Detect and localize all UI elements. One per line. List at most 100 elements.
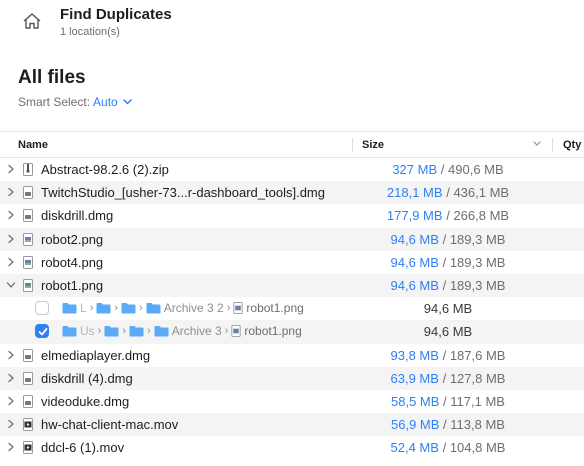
file-name: TwitchStudio_[usher-73...r-dashboard_too… bbox=[41, 185, 325, 201]
checkmark-icon bbox=[38, 328, 48, 336]
selected-size: 327 MB bbox=[392, 162, 438, 177]
chevron-right-icon[interactable] bbox=[6, 350, 16, 360]
selected-size: 94,6 MB bbox=[390, 277, 439, 293]
home-icon bbox=[23, 13, 41, 29]
selected-size: 63,9 MB bbox=[390, 370, 439, 386]
file-row[interactable]: TwitchStudio_[usher-73...r-dashboard_too… bbox=[0, 181, 584, 205]
path-separator-icon: › bbox=[226, 302, 231, 315]
file-row[interactable]: videoduke.dmg 58,5 MB / 117,1 MB bbox=[0, 390, 584, 413]
image-file-icon bbox=[23, 278, 33, 292]
home-button[interactable] bbox=[20, 10, 44, 32]
file-row[interactable]: robot2.png 94,6 MB / 189,3 MB bbox=[0, 227, 584, 251]
file-name: diskdrill.dmg bbox=[41, 208, 114, 224]
column-qty[interactable]: Qty bbox=[563, 139, 581, 151]
copy-size: 94,6 MB bbox=[423, 324, 473, 340]
file-row[interactable]: elmediaplayer.dmg 93,8 MB / 187,6 MB bbox=[0, 344, 584, 367]
sort-chevron-icon[interactable] bbox=[533, 141, 541, 146]
file-row[interactable]: diskdrill.dmg 177,9 MB / 266,8 MB bbox=[0, 204, 584, 227]
chevron-right-icon[interactable] bbox=[6, 210, 16, 220]
file-row[interactable]: diskdrill (4).dmg 63,9 MB / 127,8 MB bbox=[0, 366, 584, 390]
smart-select-control[interactable]: Smart Select: Auto bbox=[18, 95, 132, 109]
chevron-down-icon[interactable] bbox=[6, 280, 16, 290]
disk-image-icon bbox=[23, 394, 33, 408]
size-separator: / bbox=[446, 185, 450, 201]
file-size: 218,1 MB / 436,1 MB bbox=[370, 185, 526, 200]
file-path[interactable]: Us › › › Archive 3 › robot1.png bbox=[62, 324, 302, 338]
chevron-right-icon[interactable] bbox=[6, 396, 16, 406]
chevron-right-icon[interactable] bbox=[6, 164, 16, 174]
folder-icon bbox=[121, 303, 136, 314]
column-name[interactable]: Name bbox=[18, 139, 48, 151]
size-separator: / bbox=[443, 417, 447, 433]
smart-select-label: Smart Select: bbox=[18, 95, 91, 109]
disk-image-icon bbox=[23, 348, 33, 362]
chevron-right-icon[interactable] bbox=[6, 187, 16, 197]
chevron-right-icon[interactable] bbox=[6, 419, 16, 429]
file-size: 94,6 MB / 189,3 MB bbox=[370, 255, 526, 270]
page-title: Find Duplicates bbox=[60, 6, 172, 23]
path-folder-name: Archive 3 bbox=[171, 324, 222, 339]
chevron-right-icon[interactable] bbox=[6, 257, 16, 267]
path-folder-name: Archive 3 2 bbox=[163, 301, 224, 316]
location-count: 1 location(s) bbox=[60, 26, 120, 38]
total-size: 104,8 MB bbox=[449, 440, 506, 456]
copy-checkbox-checked[interactable] bbox=[35, 324, 49, 339]
file-size: 94,6 MB / 189,3 MB bbox=[370, 278, 526, 293]
path-separator-icon: › bbox=[97, 325, 102, 338]
selected-size: 94,6 MB bbox=[390, 254, 439, 270]
video-file-icon bbox=[23, 418, 33, 432]
image-file-icon bbox=[233, 302, 244, 315]
file-row-expanded[interactable]: robot1.png 94,6 MB / 189,3 MB bbox=[0, 273, 584, 298]
path-separator-icon: › bbox=[147, 325, 151, 338]
total-size: 127,8 MB bbox=[449, 370, 506, 386]
file-row[interactable]: Abstract-98.2.6 (2).zip 327 MB / 490,6 M… bbox=[0, 158, 584, 181]
total-size: 189,3 MB bbox=[449, 254, 506, 270]
path-separator-icon: › bbox=[114, 302, 119, 315]
file-row[interactable]: ddcl-6 (1).mov 52,4 MB / 104,8 MB bbox=[0, 436, 584, 459]
size-separator: / bbox=[442, 254, 447, 270]
section-title: All files bbox=[18, 67, 86, 88]
file-row[interactable]: robot4.png 94,6 MB / 189,3 MB bbox=[0, 251, 584, 274]
selected-size: 94,6 MB bbox=[390, 231, 439, 247]
image-file-icon bbox=[231, 325, 242, 338]
path-file-name: robot1.png bbox=[244, 324, 302, 339]
path-root: Us bbox=[80, 324, 95, 339]
path-separator-icon: › bbox=[122, 325, 127, 338]
file-name: hw-chat-client-mac.mov bbox=[41, 417, 179, 433]
folder-icon bbox=[62, 326, 77, 337]
selected-size: 218,1 MB bbox=[386, 185, 443, 201]
path-separator-icon: › bbox=[224, 325, 229, 338]
file-size: 63,9 MB / 127,8 MB bbox=[370, 371, 526, 386]
folder-icon bbox=[96, 303, 111, 314]
file-size: 94,6 MB / 189,3 MB bbox=[370, 232, 526, 247]
file-row[interactable]: hw-chat-client-mac.mov 56,9 MB / 113,8 M… bbox=[0, 413, 584, 437]
duplicate-copy-row[interactable]: L › › › Archive 3 2 › robot1.png 94,6 MB bbox=[0, 297, 584, 320]
selected-size: 52,4 MB bbox=[390, 440, 439, 456]
file-path[interactable]: L › › › Archive 3 2 › robot1.png bbox=[62, 301, 304, 315]
total-size: 117,1 MB bbox=[450, 393, 505, 409]
column-size[interactable]: Size bbox=[362, 139, 384, 151]
image-file-icon bbox=[23, 255, 33, 269]
file-name: robot2.png bbox=[41, 231, 104, 247]
smart-select-value[interactable]: Auto bbox=[93, 95, 118, 109]
size-separator: / bbox=[440, 162, 445, 177]
size-separator: / bbox=[442, 277, 447, 293]
zip-file-icon bbox=[23, 163, 33, 176]
path-file-name: robot1.png bbox=[246, 301, 304, 316]
title-block: Find Duplicates 1 location(s) bbox=[60, 6, 172, 39]
chevron-right-icon[interactable] bbox=[6, 442, 16, 452]
column-divider bbox=[352, 138, 353, 152]
total-size: 113,8 MB bbox=[450, 417, 505, 433]
disk-image-icon bbox=[23, 209, 33, 223]
column-divider bbox=[552, 138, 553, 152]
folder-icon bbox=[62, 303, 77, 314]
size-separator: / bbox=[443, 393, 447, 409]
folder-icon bbox=[104, 326, 119, 337]
duplicate-copy-row[interactable]: Us › › › Archive 3 › robot1.png 94,6 MB bbox=[0, 320, 584, 344]
chevron-down-icon[interactable] bbox=[122, 99, 132, 105]
chevron-right-icon[interactable] bbox=[6, 373, 16, 383]
path-root: L bbox=[80, 301, 87, 316]
folder-icon bbox=[154, 326, 169, 337]
copy-checkbox[interactable] bbox=[35, 301, 49, 316]
chevron-right-icon[interactable] bbox=[6, 234, 16, 244]
